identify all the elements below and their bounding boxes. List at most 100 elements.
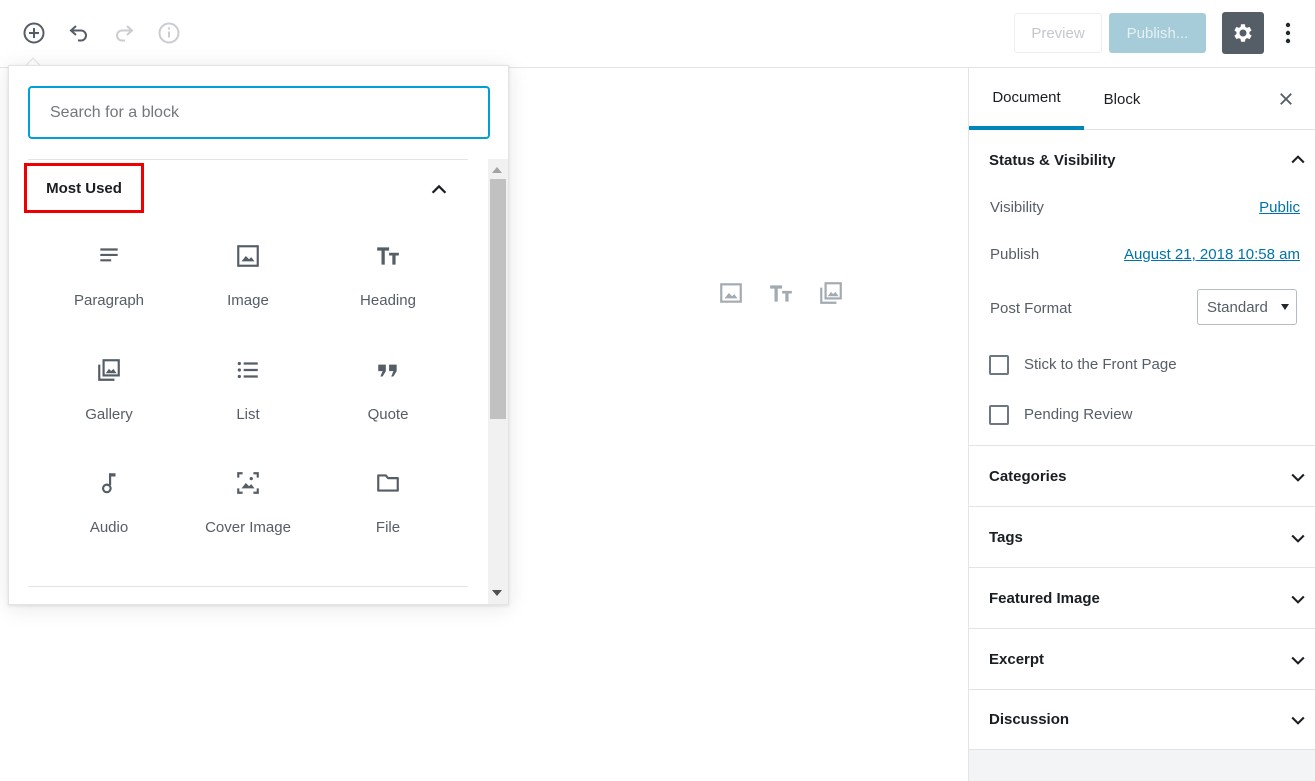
pending-review-checkbox[interactable]	[989, 405, 1009, 425]
caret-down-icon	[1281, 304, 1289, 310]
undo-button[interactable]	[64, 18, 94, 48]
more-vertical-icon	[1285, 22, 1291, 44]
scroll-thumb[interactable]	[490, 179, 506, 419]
block-item-file[interactable]: File	[318, 453, 458, 561]
featured-image-panel[interactable]: Featured Image	[969, 568, 1315, 629]
stick-front-page-checkbox[interactable]	[989, 355, 1009, 375]
block-item-list[interactable]: List	[178, 340, 318, 448]
block-search-input[interactable]	[28, 86, 490, 139]
panel-toggle[interactable]	[1287, 466, 1309, 488]
block-label: Cover Image	[205, 519, 291, 536]
post-format-value: Standard	[1207, 298, 1268, 316]
block-item-heading[interactable]: Heading	[318, 226, 458, 334]
publish-label: Publish	[990, 246, 1040, 263]
paragraph-icon	[91, 238, 127, 274]
chevron-down-icon	[1291, 595, 1305, 604]
gallery-icon[interactable]	[818, 280, 844, 306]
tab-document[interactable]: Document	[969, 68, 1084, 130]
block-label: Audio	[89, 519, 129, 536]
categories-panel[interactable]: Categories	[969, 446, 1315, 507]
panel-title[interactable]: Tags	[989, 529, 1023, 546]
close-sidebar-button[interactable]	[1273, 86, 1299, 112]
panel-title[interactable]: Status & Visibility	[989, 152, 1115, 169]
image-icon	[230, 238, 266, 274]
info-icon	[158, 22, 180, 44]
sidebar-empty-area	[969, 750, 1315, 781]
settings-sidebar: Document Block Status & Visibility Visib…	[968, 68, 1315, 781]
list-icon	[230, 352, 266, 388]
redo-button[interactable]	[109, 18, 139, 48]
canvas-block-shortcuts	[718, 280, 844, 306]
panel-toggle[interactable]	[1287, 649, 1309, 671]
block-item-audio[interactable]: Audio	[39, 453, 179, 561]
heading-icon[interactable]	[768, 280, 794, 306]
block-item-quote[interactable]: Quote	[318, 340, 458, 448]
panel-toggle[interactable]	[1287, 709, 1309, 731]
editor-toolbar: Preview Publish...	[0, 0, 1315, 68]
block-item-paragraph[interactable]: Paragraph	[39, 226, 179, 334]
block-label: Image	[227, 292, 269, 309]
preview-button[interactable]: Preview	[1014, 13, 1102, 53]
more-options-button[interactable]	[1277, 15, 1299, 51]
undo-icon	[69, 25, 87, 42]
block-label: Paragraph	[73, 292, 145, 309]
divider	[28, 586, 468, 587]
block-label: List	[236, 406, 260, 423]
visibility-link[interactable]: Public	[1259, 199, 1300, 216]
chevron-down-icon	[1291, 716, 1305, 725]
chevron-up-icon	[431, 184, 447, 194]
discussion-panel[interactable]: Discussion	[969, 690, 1315, 750]
chevron-down-icon	[1291, 473, 1305, 482]
excerpt-panel[interactable]: Excerpt	[969, 629, 1315, 690]
sidebar-tabs: Document Block	[969, 68, 1315, 130]
scroll-up-arrow[interactable]	[492, 167, 502, 173]
add-block-button[interactable]	[19, 18, 49, 48]
scrollbar[interactable]	[488, 159, 508, 604]
most-used-panel-title[interactable]: Most Used	[24, 163, 144, 213]
publish-button[interactable]: Publish...	[1109, 13, 1206, 53]
chevron-down-icon	[1291, 656, 1305, 665]
panel-collapse-button[interactable]	[425, 176, 453, 204]
quote-icon	[370, 352, 406, 388]
divider	[28, 159, 468, 160]
panel-title[interactable]: Categories	[989, 468, 1067, 485]
plus-circle-icon	[23, 22, 45, 44]
image-icon[interactable]	[718, 280, 744, 306]
panel-toggle[interactable]	[1287, 527, 1309, 549]
close-icon	[1280, 93, 1292, 105]
block-item-image[interactable]: Image	[178, 226, 318, 334]
block-inserter-popover: Most Used Paragraph Image Heading	[8, 65, 509, 605]
tab-block[interactable]: Block	[1087, 68, 1157, 130]
post-format-label: Post Format	[990, 300, 1072, 317]
block-label: Heading	[360, 292, 416, 309]
chevron-down-icon	[1291, 534, 1305, 543]
status-visibility-panel: Status & Visibility Visibility Public Pu…	[969, 130, 1315, 446]
stick-front-page-label[interactable]: Stick to the Front Page	[1024, 356, 1177, 373]
redo-icon	[116, 25, 134, 42]
post-format-select[interactable]: Standard	[1197, 289, 1297, 325]
block-label: Gallery	[85, 406, 133, 423]
settings-button[interactable]	[1222, 12, 1264, 54]
scroll-down-arrow[interactable]	[492, 590, 502, 596]
block-item-gallery[interactable]: Gallery	[39, 340, 179, 448]
panel-title[interactable]: Excerpt	[989, 651, 1044, 668]
gear-icon	[1234, 24, 1252, 42]
panel-toggle[interactable]	[1287, 588, 1309, 610]
publish-date-link[interactable]: August 21, 2018 10:58 am	[1124, 246, 1300, 263]
panel-toggle[interactable]	[1287, 149, 1309, 171]
panel-title[interactable]: Featured Image	[989, 590, 1100, 607]
folder-icon	[370, 465, 406, 501]
audio-icon	[91, 465, 127, 501]
block-label: Quote	[367, 406, 409, 423]
chevron-up-icon	[1291, 155, 1305, 164]
cover-image-icon	[230, 465, 266, 501]
block-label: File	[375, 519, 401, 536]
block-item-cover-image[interactable]: Cover Image	[178, 453, 318, 561]
pending-review-label[interactable]: Pending Review	[1024, 406, 1132, 423]
info-button[interactable]	[154, 18, 184, 48]
tags-panel[interactable]: Tags	[969, 507, 1315, 568]
gallery-icon	[91, 352, 127, 388]
panel-title[interactable]: Discussion	[989, 711, 1069, 728]
heading-icon	[370, 238, 406, 274]
visibility-label: Visibility	[990, 199, 1044, 216]
